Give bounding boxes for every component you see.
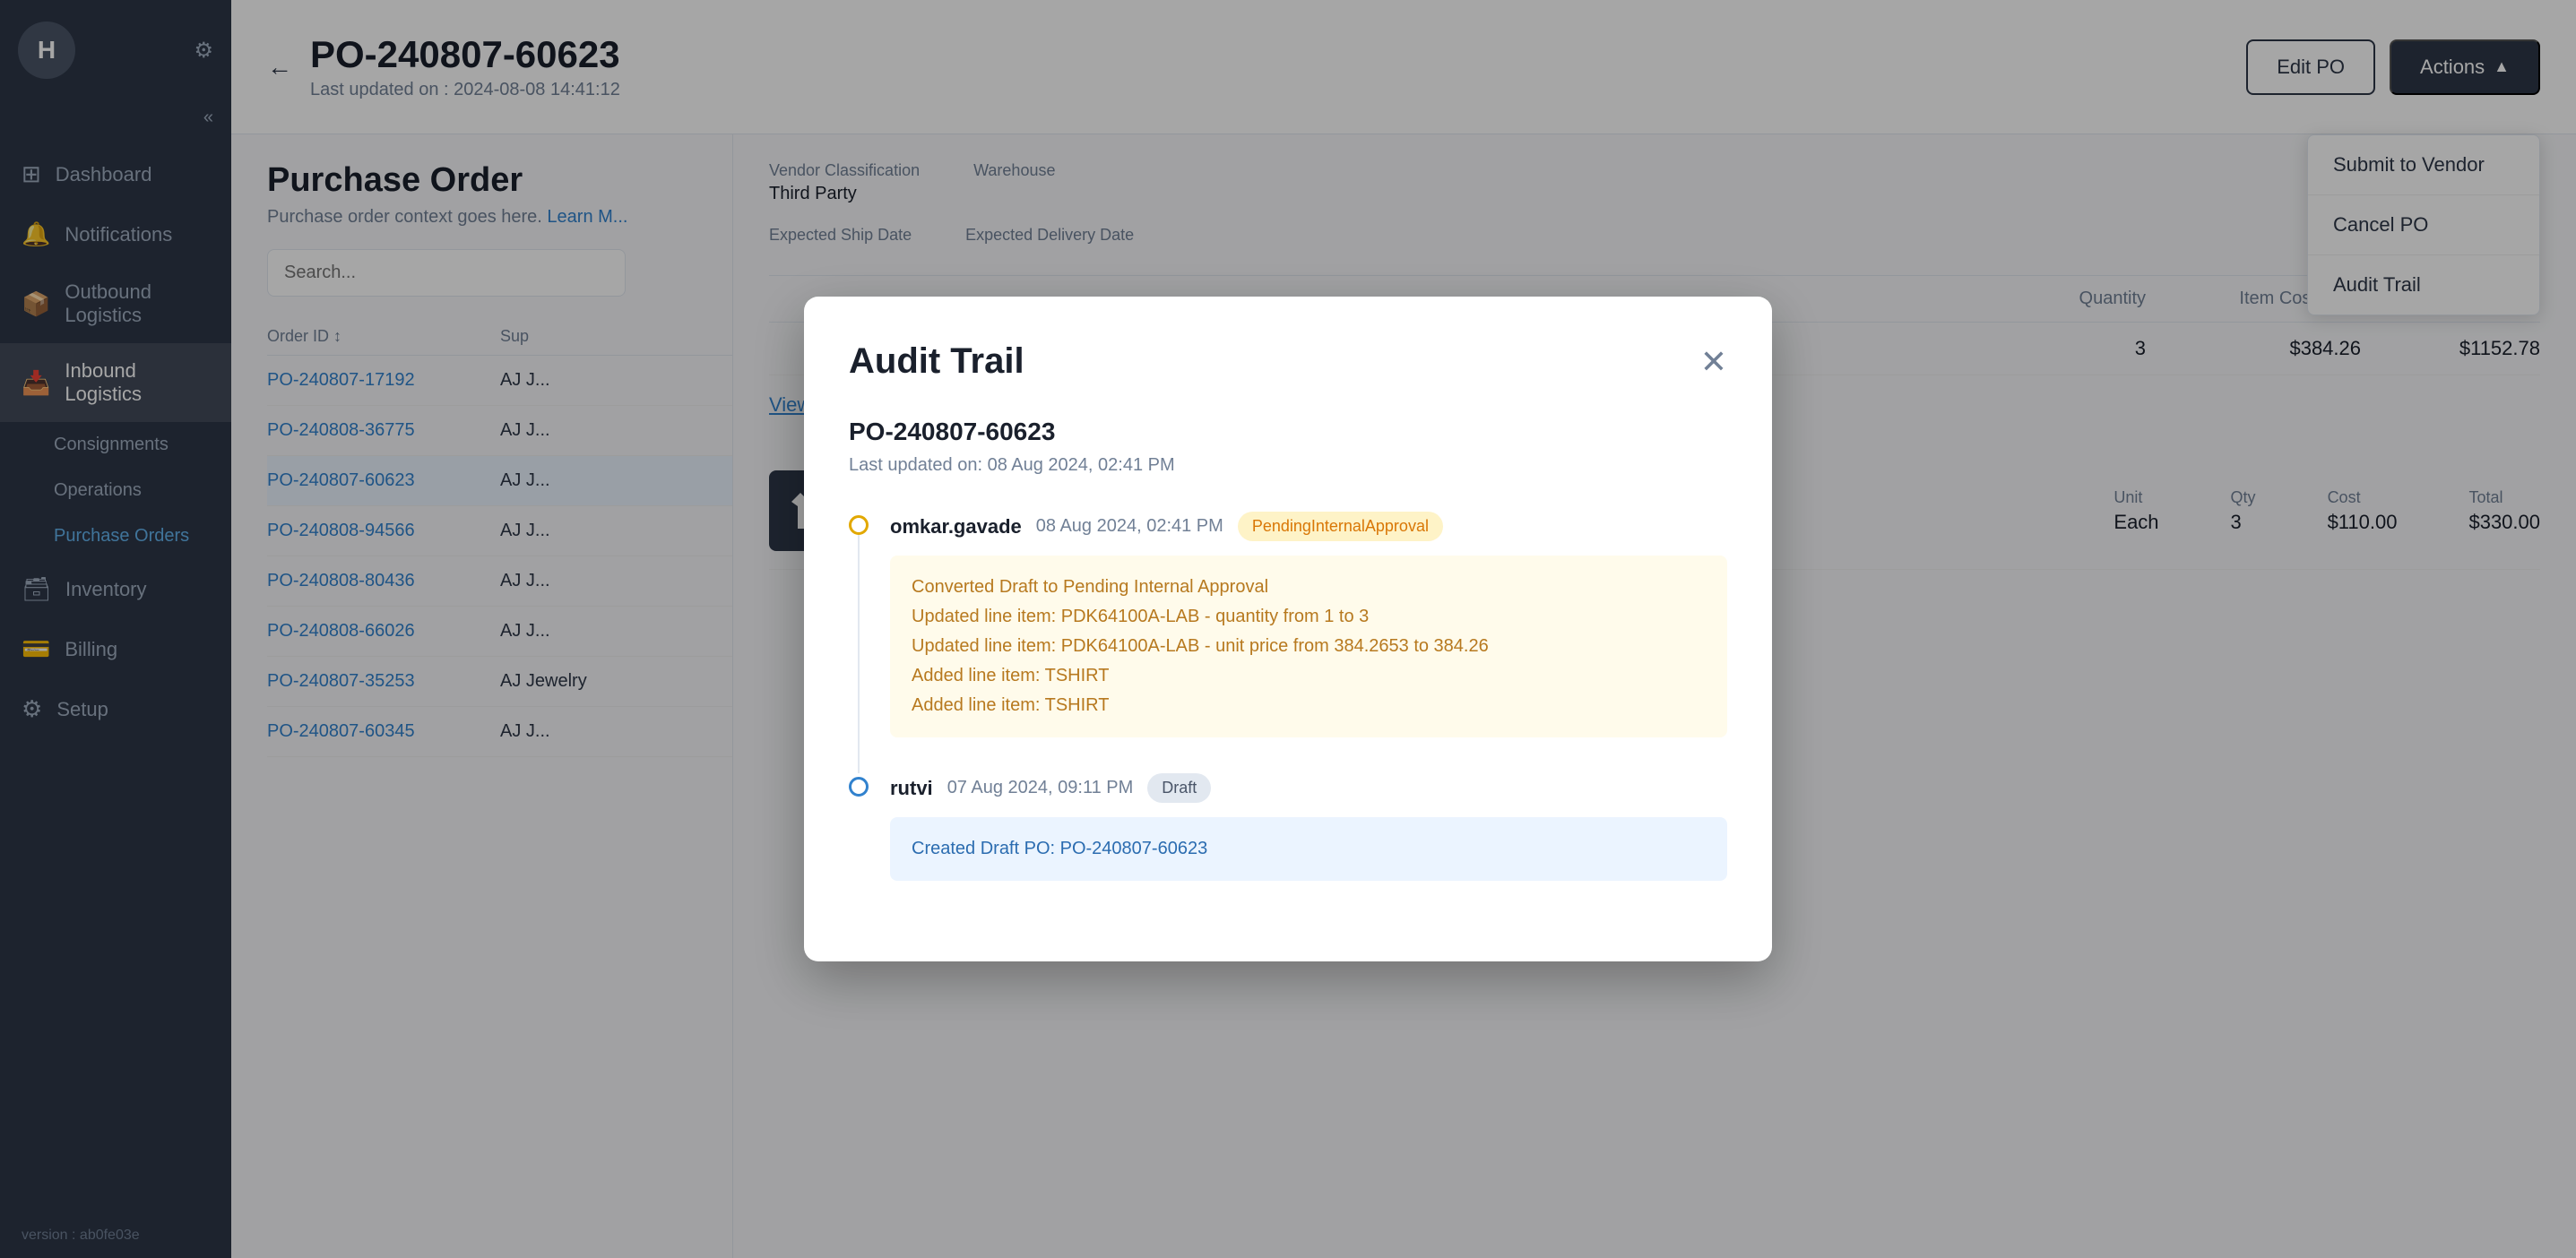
timeline-badge-1: PendingInternalApproval (1238, 512, 1443, 541)
change-item: Created Draft PO: PO-240807-60623 (912, 839, 1706, 859)
timeline-date-1: 08 Aug 2024, 02:41 PM (1036, 516, 1223, 537)
change-item: Updated line item: PDK64100A-LAB - unit … (912, 636, 1706, 657)
modal-last-updated: Last updated on: 08 Aug 2024, 02:41 PM (849, 455, 1727, 476)
change-item: Added line item: TSHIRT (912, 695, 1706, 716)
timeline-meta-1: omkar.gavade 08 Aug 2024, 02:41 PM Pendi… (890, 512, 1727, 541)
timeline-user-2: rutvi (890, 777, 933, 800)
timeline-date-2: 07 Aug 2024, 09:11 PM (947, 778, 1134, 798)
change-item: Added line item: TSHIRT (912, 666, 1706, 686)
timeline-meta-2: rutvi 07 Aug 2024, 09:11 PM Draft (890, 773, 1727, 803)
timeline-changes-1: Converted Draft to Pending Internal Appr… (890, 556, 1727, 737)
modal-close-button[interactable]: ✕ (1700, 343, 1727, 381)
timeline-entry-1: omkar.gavade 08 Aug 2024, 02:41 PM Pendi… (849, 512, 1727, 773)
timeline-changes-2: Created Draft PO: PO-240807-60623 (890, 817, 1727, 881)
timeline-dot-yellow (849, 515, 869, 535)
timeline-badge-2: Draft (1147, 773, 1211, 803)
timeline-user-1: omkar.gavade (890, 515, 1022, 539)
timeline-dot-col-2 (849, 773, 869, 917)
modal-title: Audit Trail (849, 341, 1024, 382)
timeline-entry-2: rutvi 07 Aug 2024, 09:11 PM Draft Create… (849, 773, 1727, 917)
modal-po-id: PO-240807-60623 (849, 418, 1727, 446)
timeline-dot-col (849, 512, 869, 773)
change-item: Converted Draft to Pending Internal Appr… (912, 577, 1706, 598)
timeline-dot-blue (849, 777, 869, 797)
timeline-content-1: omkar.gavade 08 Aug 2024, 02:41 PM Pendi… (890, 512, 1727, 773)
timeline-line (858, 535, 860, 773)
timeline-content-2: rutvi 07 Aug 2024, 09:11 PM Draft Create… (890, 773, 1727, 917)
audit-trail-modal: Audit Trail ✕ PO-240807-60623 Last updat… (804, 297, 1772, 961)
audit-timeline: omkar.gavade 08 Aug 2024, 02:41 PM Pendi… (849, 512, 1727, 917)
change-item: Updated line item: PDK64100A-LAB - quant… (912, 607, 1706, 627)
modal-header: Audit Trail ✕ (849, 341, 1727, 382)
